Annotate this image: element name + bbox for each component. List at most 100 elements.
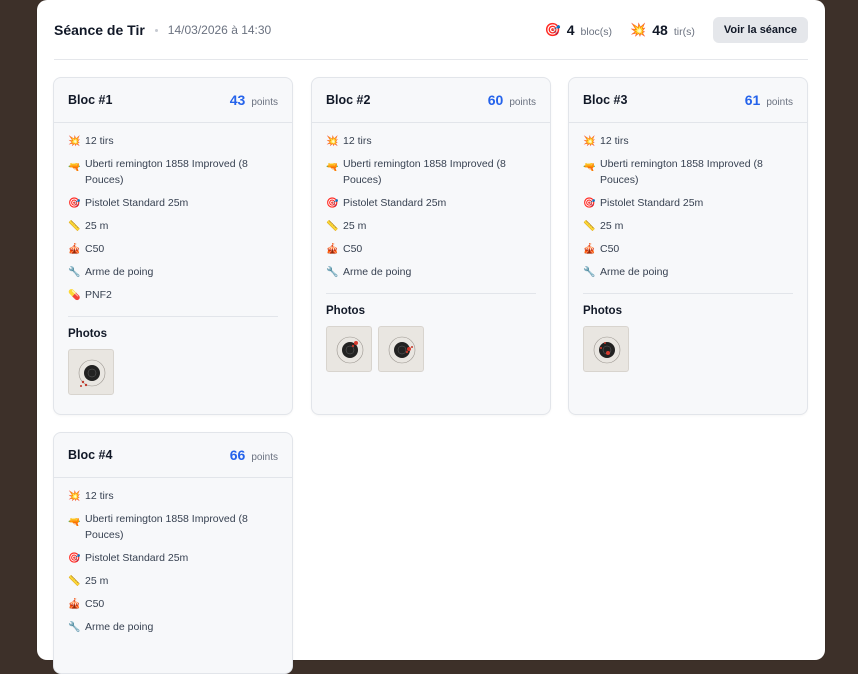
block-points: 61: [744, 92, 761, 108]
photos-label: Photos: [68, 328, 107, 340]
block-details: 💥 12 tirs 🔫 Uberti remington 1858 Improved…: [312, 123, 550, 384]
points-label: points: [766, 97, 793, 108]
points-label: points: [509, 97, 536, 108]
session-title: Séance de Tir: [54, 22, 145, 38]
session-date: 14/03/2026 à 14:30: [167, 23, 272, 37]
caliber-value: C50: [85, 242, 105, 255]
block-details: 💥 12 tirs 🔫 Uberti remington 1858 Improved…: [54, 478, 292, 655]
photos-label: Photos: [583, 305, 622, 317]
target-icon: 🎯: [326, 197, 339, 209]
photos-list: [326, 326, 536, 372]
target-row: 🎯 Pistolet Standard 25m: [68, 196, 278, 212]
target-icon: 🎯: [68, 552, 81, 564]
ammo-value: PNF2: [85, 288, 112, 301]
photos-divider: [326, 293, 536, 294]
block-points: 43: [229, 92, 246, 108]
shot-icon: 💥: [68, 491, 81, 502]
target-icon: 🎯: [68, 197, 81, 209]
points-label: points: [251, 452, 278, 463]
shot-icon: 💥: [326, 136, 339, 147]
block-title: Bloc #1: [68, 93, 113, 107]
target-value: Pistolet Standard 25m: [343, 196, 447, 209]
target-photo-thumbnail[interactable]: [583, 326, 629, 372]
circus-tent-icon: 🎪: [68, 243, 81, 255]
distance-row: 📏 25 m: [68, 574, 278, 590]
target-photo-thumbnail[interactable]: [378, 326, 424, 372]
block-header: Bloc #2 60 points: [312, 78, 550, 123]
block-points: 60: [487, 92, 504, 108]
block-card-4: Bloc #4 66 points 💥 12 tirs 🔫 Uberti remin…: [53, 432, 293, 674]
target-value: Pistolet Standard 25m: [85, 551, 189, 564]
wrench-icon: 🔧: [583, 266, 596, 278]
block-title: Bloc #2: [326, 93, 371, 107]
circus-tent-icon: 🎪: [583, 243, 596, 255]
weapon-row: 🔫 Uberti remington 1858 Improved (8 Pouce…: [68, 512, 278, 543]
block-card-3: Bloc #3 61 points 💥 12 tirs 🔫 Uberti remin…: [568, 77, 808, 415]
category-value: Arme de poing: [85, 265, 154, 278]
distance-row: 📏 25 m: [68, 219, 278, 235]
block-details: 💥 12 tirs 🔫 Uberti remington 1858 Improved…: [569, 123, 807, 384]
shots-row: 💥 12 tirs: [68, 489, 278, 505]
separator-dot: [154, 28, 158, 32]
block-title: Bloc #4: [68, 448, 113, 462]
weapon-row: 🔫 Uberti remington 1858 Improved (8 Pouce…: [583, 157, 793, 188]
ruler-icon: 📏: [583, 220, 596, 232]
gun-icon: 🔫: [583, 162, 596, 173]
distance-value: 25 m: [343, 219, 367, 232]
shots-count: 48: [652, 22, 668, 38]
target-icon: 🎯: [544, 22, 561, 37]
wrench-icon: 🔧: [68, 266, 81, 278]
distance-row: 📏 25 m: [326, 219, 536, 235]
block-title: Bloc #3: [583, 93, 628, 107]
header-divider: [54, 59, 808, 60]
circus-tent-icon: 🎪: [326, 243, 339, 255]
block-score: 60 points: [488, 92, 536, 108]
caliber-row: 🎪 C50: [68, 597, 278, 613]
gun-icon: 🔫: [68, 517, 81, 528]
circus-tent-icon: 🎪: [68, 598, 81, 610]
blocks-count: 4: [566, 22, 575, 38]
shot-icon: 💥: [583, 136, 596, 147]
shots-row: 💥 12 tirs: [583, 134, 793, 150]
session-panel: Séance de Tir 14/03/2026 à 14:30 🎯 4 blo…: [37, 0, 825, 674]
photos-list: [583, 326, 793, 372]
gun-icon: 🔫: [326, 162, 339, 173]
block-card-1: Bloc #1 43 points 💥 12 tirs 🔫 Uberti remin…: [53, 77, 293, 415]
weapon-value: Uberti remington 1858 Improved (8 Pouces…: [600, 158, 763, 186]
target-value: Pistolet Standard 25m: [600, 196, 704, 209]
shots-value: 12 tirs: [600, 135, 629, 147]
points-label: points: [251, 97, 278, 108]
target-photo-thumbnail[interactable]: [68, 349, 114, 395]
category-value: Arme de poing: [600, 265, 669, 278]
pill-icon: 💊: [68, 289, 81, 301]
shots-value: 12 tirs: [85, 135, 114, 147]
target-row: 🎯 Pistolet Standard 25m: [68, 551, 278, 567]
shot-icon: 💥: [630, 22, 647, 37]
view-session-button[interactable]: Voir la séance: [712, 17, 808, 43]
distance-value: 25 m: [85, 574, 109, 587]
weapon-value: Uberti remington 1858 Improved (8 Pouces…: [85, 513, 248, 541]
category-row: 🔧 Arme de poing: [68, 620, 278, 636]
distance-value: 25 m: [600, 219, 624, 232]
block-score: 43 points: [230, 92, 278, 108]
target-value: Pistolet Standard 25m: [85, 196, 189, 209]
blocks-label: bloc(s): [580, 26, 613, 38]
distance-value: 25 m: [85, 219, 109, 232]
shots-value: 12 tirs: [85, 490, 114, 502]
category-value: Arme de poing: [343, 265, 412, 278]
target-row: 🎯 Pistolet Standard 25m: [326, 196, 536, 212]
target-photo-thumbnail[interactable]: [326, 326, 372, 372]
target-icon: 🎯: [583, 197, 596, 209]
block-details: 💥 12 tirs 🔫 Uberti remington 1858 Improved…: [54, 123, 292, 407]
target-row: 🎯 Pistolet Standard 25m: [583, 196, 793, 212]
session-header: Séance de Tir 14/03/2026 à 14:30 🎯 4 blo…: [54, 16, 808, 44]
caliber-row: 🎪 C50: [68, 242, 278, 258]
block-header: Bloc #3 61 points: [569, 78, 807, 123]
weapon-row: 🔫 Uberti remington 1858 Improved (8 Pouce…: [68, 157, 278, 188]
caliber-value: C50: [343, 242, 363, 255]
block-score: 61 points: [745, 92, 793, 108]
wrench-icon: 🔧: [326, 266, 339, 278]
shots-value: 12 tirs: [343, 135, 372, 147]
caliber-row: 🎪 C50: [583, 242, 793, 258]
blocks-stat: 🎯 4 bloc(s): [545, 22, 613, 38]
